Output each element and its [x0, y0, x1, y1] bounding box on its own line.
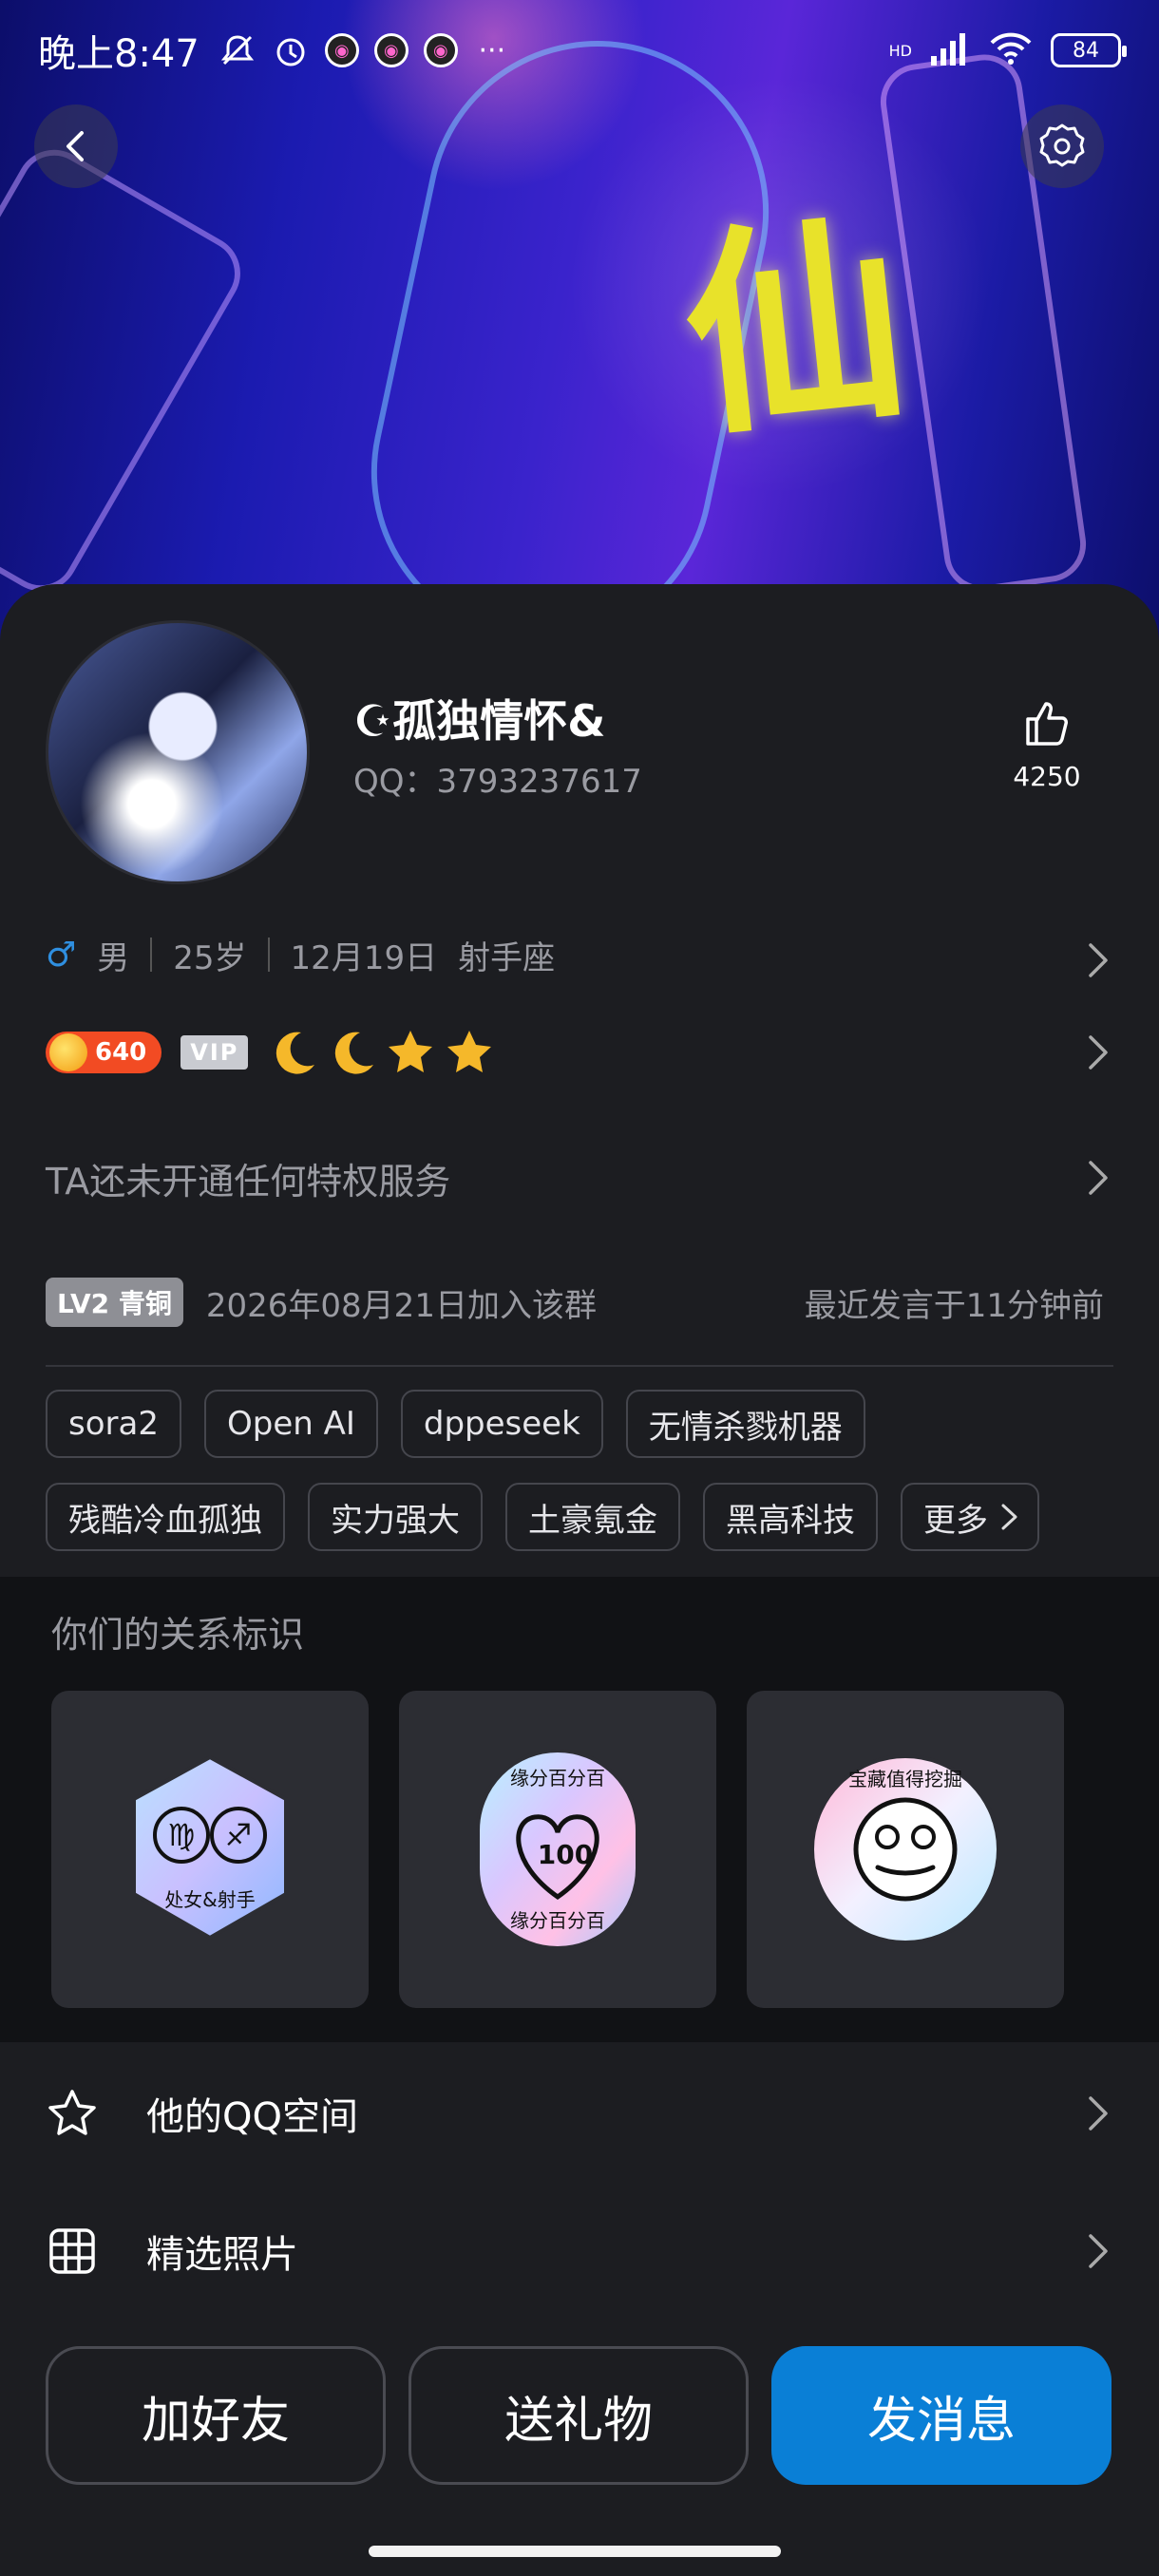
coin-count: 640: [95, 1038, 147, 1067]
gender-male-icon: ♂: [46, 935, 77, 975]
network-label: HD: [888, 41, 912, 60]
fate-bottom-text: 缘分百分百: [510, 1909, 605, 1932]
photos-label: 精选照片: [146, 2233, 298, 2277]
settings-button[interactable]: [1020, 104, 1104, 188]
svg-text:♐: ♐: [225, 1817, 253, 1853]
tag-item[interactable]: dppeseek: [400, 1390, 603, 1458]
treasure-ring-text: 宝藏值得挖掘: [848, 1768, 962, 1790]
basic-info-row[interactable]: ♂ 男 25岁 12月19日 射手座: [46, 926, 1113, 983]
privilege-text: TA还未开通任何特权服务: [46, 1160, 451, 1203]
star-icon: [389, 1031, 433, 1072]
moon-icon: [276, 1032, 315, 1074]
signal-icon: [929, 31, 971, 69]
alarm-icon: [272, 31, 310, 69]
qzone-row[interactable]: 他的QQ空间: [46, 2066, 1113, 2161]
join-date: 2026年08月21日加入该群: [205, 1286, 597, 1325]
relationship-title: 你们的关系标识: [51, 1614, 305, 1656]
wifi-icon: [988, 31, 1034, 69]
chevron-left-icon: [66, 131, 84, 161]
cover-glyph: 仙: [673, 192, 918, 468]
moon-icon: [335, 1032, 374, 1074]
tag-item[interactable]: 黑高科技: [703, 1483, 878, 1551]
chevron-right-icon: [1001, 1504, 1017, 1530]
star-icon: [447, 1031, 492, 1072]
zodiac: 射手座: [458, 938, 556, 977]
zodiac-caption: 处女&射手: [164, 1888, 256, 1911]
age: 25岁: [173, 938, 247, 977]
vip-badge: VIP: [180, 1035, 249, 1070]
relationship-section: 你们的关系标识 ♍ ♐ 处女&射手 缘分百分百 100 缘分百分百 宝藏值得挖掘: [0, 1577, 1159, 2042]
photos-row[interactable]: 精选照片: [46, 2204, 1113, 2299]
like-button[interactable]: 4250: [1009, 696, 1085, 792]
avatar[interactable]: [46, 620, 310, 884]
tag-item[interactable]: 无情杀戮机器: [625, 1390, 865, 1458]
gender: 男: [97, 938, 130, 977]
divider: [46, 1365, 1113, 1367]
svg-text:♍: ♍: [168, 1817, 196, 1853]
divider: [150, 938, 153, 972]
chevron-right-icon: [1089, 1035, 1108, 1070]
birthday: 12月19日: [290, 938, 438, 977]
last-speak: 最近发言于11分钟前: [804, 1286, 1104, 1325]
coin-badge: 640: [46, 1032, 162, 1073]
app-icon-2: ◉: [373, 33, 408, 67]
star-outline-icon: [46, 2087, 99, 2140]
tag-item[interactable]: 实力强大: [308, 1483, 483, 1551]
chevron-right-icon: [1089, 2234, 1108, 2268]
heart-badge-icon: 缘分百分百 100 缘分百分百: [476, 1749, 639, 1950]
chevron-right-icon: [1089, 2096, 1108, 2131]
app-icon-3: ◉: [423, 33, 458, 67]
battery-level: 84: [1073, 38, 1099, 63]
home-indicator[interactable]: [369, 2546, 781, 2557]
relationship-card-treasure[interactable]: 宝藏值得挖掘: [747, 1691, 1064, 2008]
profile-cover-image[interactable]: 仙: [0, 0, 1159, 665]
treasure-badge-icon: 宝藏值得挖掘: [810, 1754, 1000, 1944]
chevron-right-icon: [1089, 943, 1108, 977]
tag-item[interactable]: 土豪氪金: [505, 1483, 680, 1551]
relationship-card-zodiac[interactable]: ♍ ♐ 处女&射手: [51, 1691, 369, 2008]
more-tags-button[interactable]: 更多: [901, 1483, 1039, 1551]
mute-icon: [218, 31, 256, 69]
more-tags-label: 更多: [923, 1501, 988, 1540]
thumbs-up-icon: [1026, 702, 1068, 746]
battery-icon: 84: [1051, 33, 1127, 67]
gear-icon: [1039, 123, 1085, 167]
fate-number: 100: [538, 1839, 593, 1870]
send-gift-button[interactable]: 送礼物: [408, 2346, 749, 2485]
chevron-right-icon: [1089, 1161, 1108, 1195]
back-button[interactable]: [34, 104, 118, 188]
status-time: 晚上8:47: [38, 32, 200, 76]
send-message-button[interactable]: 发消息: [771, 2346, 1112, 2485]
tag-item[interactable]: 残酷冷血孤独: [46, 1483, 285, 1551]
grid-icon: [46, 2225, 99, 2278]
add-friend-button[interactable]: 加好友: [46, 2346, 386, 2485]
level-icons: [267, 1027, 495, 1078]
fate-top-text: 缘分百分百: [510, 1767, 605, 1790]
group-info-row: LV2 青铜 2026年08月21日加入该群 最近发言于11分钟前: [46, 1274, 1113, 1331]
qzone-label: 他的QQ空间: [146, 2095, 358, 2139]
app-icon-1: ◉: [324, 33, 359, 67]
status-bar: 晚上8:47 ◉ ◉ ◉ ··· HD 84: [0, 17, 1159, 84]
privilege-row[interactable]: TA还未开通任何特权服务: [46, 1145, 1113, 1211]
zodiac-badge-icon: ♍ ♐ 处女&射手: [132, 1754, 288, 1941]
group-level-badge: LV2 青铜: [46, 1278, 183, 1327]
tag-list: sora2 Open AI dppeseek 无情杀戮机器 残酷冷血孤独 实力强…: [46, 1390, 1138, 1576]
relationship-card-fate[interactable]: 缘分百分百 100 缘分百分百: [399, 1691, 716, 2008]
profile-card: ☪孤独情怀& QQ：3793237617 4250 ♂ 男 25岁 12月19日…: [0, 584, 1159, 2576]
more-icon: ···: [478, 33, 506, 67]
tag-item[interactable]: Open AI: [203, 1390, 378, 1458]
divider: [267, 938, 270, 972]
cover-decoration: [0, 136, 255, 605]
qq-number: QQ：3793237617: [353, 763, 642, 801]
like-count: 4250: [1013, 761, 1081, 792]
tag-item[interactable]: sora2: [46, 1390, 181, 1458]
nickname: ☪孤独情怀&: [353, 695, 606, 747]
coin-icon: [49, 1033, 87, 1071]
level-badges-row[interactable]: 640 VIP: [46, 1023, 1113, 1082]
